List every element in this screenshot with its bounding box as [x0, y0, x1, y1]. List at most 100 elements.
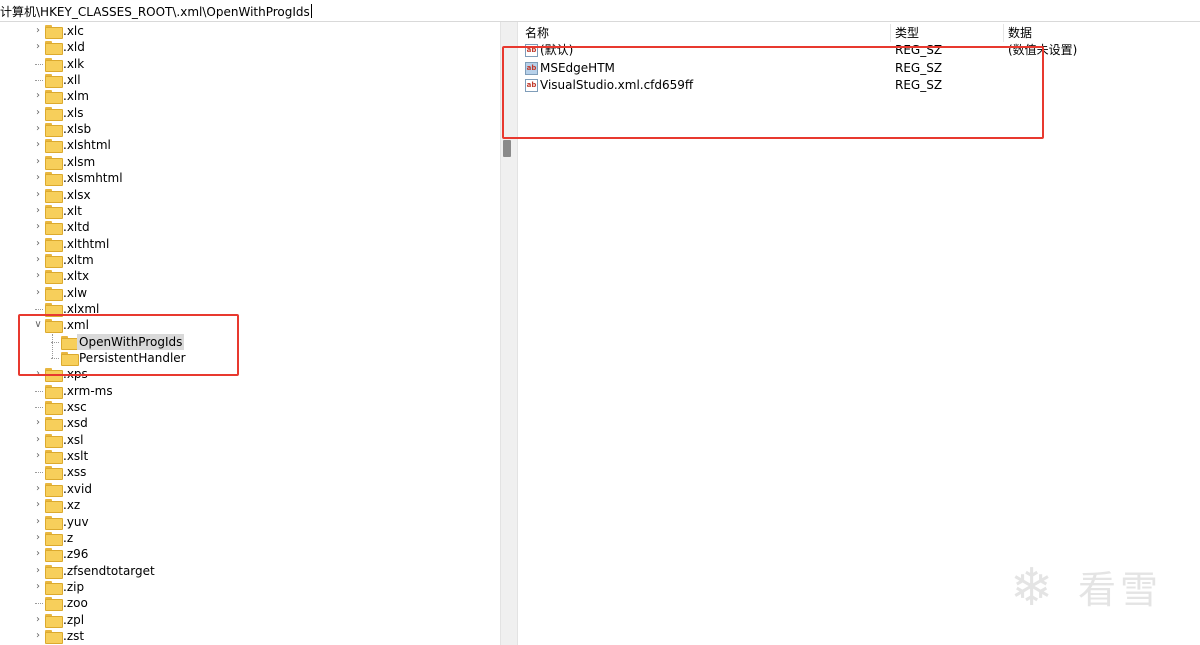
folder-icon — [45, 188, 63, 203]
tree-connector — [35, 63, 43, 65]
tree-item-label: .zip — [63, 579, 85, 594]
folder-icon — [45, 433, 63, 448]
chevron-right-icon[interactable]: › — [33, 415, 43, 431]
snowflake-icon: ❄ — [1010, 558, 1054, 618]
tree-item-label: .z96 — [63, 547, 89, 562]
chevron-right-icon[interactable]: › — [33, 252, 43, 268]
tree-item-label: .xlsx — [63, 187, 91, 202]
tree-item-label: .xlc — [63, 24, 84, 38]
folder-icon — [45, 597, 63, 612]
folder-icon — [45, 466, 63, 481]
tree-connector — [35, 80, 43, 82]
tree-item-label: .xrm-ms — [63, 383, 113, 398]
folder-icon — [45, 57, 63, 72]
folder-icon — [45, 139, 63, 154]
tree-item-label: .xz — [63, 498, 81, 513]
chevron-right-icon[interactable]: › — [33, 88, 43, 104]
folder-icon — [45, 90, 63, 105]
column-divider[interactable] — [1003, 24, 1004, 42]
tree-item-label: .xsd — [63, 416, 88, 431]
tree-connector — [35, 603, 43, 605]
tree-connector — [35, 390, 43, 392]
address-bar[interactable]: 计算机\HKEY_CLASSES_ROOT\.xml\OpenWithProgI… — [0, 0, 1200, 22]
folder-icon — [45, 237, 63, 252]
tree-item-label: .xsl — [63, 432, 84, 447]
chevron-right-icon[interactable]: › — [33, 530, 43, 546]
folder-icon — [45, 450, 63, 465]
tree-item-label: .xsc — [63, 400, 87, 415]
folder-icon — [45, 580, 63, 595]
tree-item-label: .xld — [63, 40, 85, 55]
folder-icon — [45, 564, 63, 579]
folder-icon — [45, 41, 63, 56]
column-divider[interactable] — [890, 24, 891, 42]
chevron-right-icon[interactable]: › — [33, 432, 43, 448]
folder-icon — [45, 155, 63, 170]
folder-icon — [45, 482, 63, 497]
chevron-right-icon[interactable]: › — [33, 154, 43, 170]
chevron-right-icon[interactable]: › — [33, 546, 43, 562]
column-header-type[interactable]: 类型 — [895, 25, 919, 41]
tree-item-label: .xltd — [63, 220, 90, 235]
folder-icon — [45, 401, 63, 416]
tree-item-label: .zst — [63, 628, 85, 643]
tree-connector — [35, 308, 43, 310]
folder-icon — [45, 515, 63, 530]
folder-icon — [45, 531, 63, 546]
folder-icon — [45, 384, 63, 399]
folder-icon — [45, 417, 63, 432]
tree-item-label: .xlthtml — [63, 236, 110, 251]
folder-icon — [45, 286, 63, 301]
chevron-right-icon[interactable]: › — [33, 612, 43, 628]
folder-icon — [45, 613, 63, 628]
folder-icon — [45, 253, 63, 268]
text-caret — [310, 4, 312, 18]
chevron-right-icon[interactable]: › — [33, 137, 43, 153]
tree-item-label: .xslt — [63, 449, 89, 464]
chevron-right-icon[interactable]: › — [33, 268, 43, 284]
tree-connector — [35, 472, 43, 474]
folder-icon — [45, 204, 63, 219]
folder-icon — [45, 629, 63, 644]
tree-item-label: .xlsb — [63, 122, 92, 137]
chevron-right-icon[interactable]: › — [33, 187, 43, 203]
folder-icon — [45, 221, 63, 236]
chevron-right-icon[interactable]: › — [33, 121, 43, 137]
tree-item-label: .xlk — [63, 56, 85, 71]
chevron-right-icon[interactable]: › — [33, 170, 43, 186]
chevron-right-icon[interactable]: › — [33, 514, 43, 530]
tree-item-label: .zoo — [63, 596, 88, 611]
chevron-right-icon[interactable]: › — [33, 105, 43, 121]
tree-item-label: .xlw — [63, 285, 88, 300]
chevron-right-icon[interactable]: › — [33, 448, 43, 464]
chevron-right-icon[interactable]: › — [33, 285, 43, 301]
tree-item-label: .xll — [63, 73, 81, 88]
address-path: 计算机\HKEY_CLASSES_ROOT\.xml\OpenWithProgI… — [0, 5, 310, 19]
column-header-data[interactable]: 数据 — [1008, 25, 1032, 41]
chevron-right-icon[interactable]: › — [33, 579, 43, 595]
chevron-right-icon[interactable]: › — [33, 481, 43, 497]
chevron-right-icon[interactable]: › — [33, 628, 43, 644]
chevron-right-icon[interactable]: › — [33, 39, 43, 55]
tree-item-label: .xltm — [63, 252, 94, 267]
column-header-name[interactable]: 名称 — [525, 25, 549, 41]
tree-item-label: .xls — [63, 105, 84, 120]
folder-icon — [45, 106, 63, 121]
tree-item-label: .xlsmhtml — [63, 171, 123, 186]
tree-item-label: .z — [63, 530, 74, 545]
scrollbar-thumb[interactable] — [503, 140, 511, 157]
chevron-right-icon[interactable]: › — [33, 563, 43, 579]
chevron-right-icon[interactable]: › — [33, 219, 43, 235]
folder-icon — [45, 270, 63, 285]
tree-item-label: .xlm — [63, 89, 89, 104]
folder-icon — [45, 548, 63, 563]
folder-icon — [45, 499, 63, 514]
tree-item-label: .xlsm — [63, 154, 96, 169]
chevron-right-icon[interactable]: › — [33, 497, 43, 513]
chevron-right-icon[interactable]: › — [33, 23, 43, 39]
annotation-highlight-tree — [18, 314, 239, 376]
chevron-right-icon[interactable]: › — [33, 236, 43, 252]
chevron-right-icon[interactable]: › — [33, 203, 43, 219]
tree-item-label: .zpl — [63, 612, 85, 627]
tree-item-label: .yuv — [63, 514, 89, 529]
